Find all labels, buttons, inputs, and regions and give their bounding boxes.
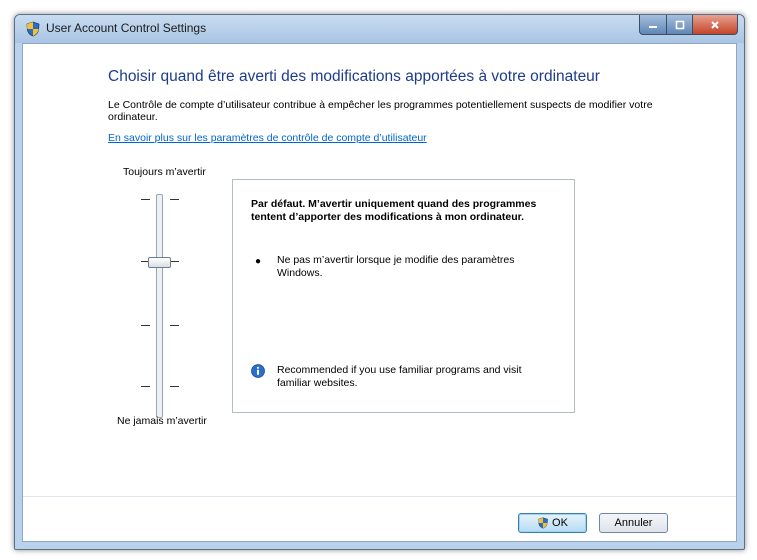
ok-button[interactable]: OK <box>518 513 587 533</box>
maximize-button[interactable] <box>667 15 693 35</box>
learn-more-link[interactable]: En savoir plus sur les paramètres de con… <box>108 132 427 144</box>
cancel-button[interactable]: Annuler <box>599 513 668 533</box>
slider-tick-left <box>141 386 150 387</box>
slider-track[interactable] <box>156 194 163 418</box>
caption-buttons <box>639 15 738 35</box>
minimize-icon <box>649 25 657 28</box>
bullet-icon: ● <box>255 256 262 267</box>
slider-thumb[interactable] <box>148 257 171 268</box>
close-button[interactable] <box>693 15 738 35</box>
slider-tick-right <box>170 325 179 326</box>
cancel-button-label: Annuler <box>614 517 653 529</box>
slider-tick-left <box>141 199 150 200</box>
page-title: Choisir quand être averti des modificati… <box>108 68 600 85</box>
uac-shield-icon <box>26 21 40 37</box>
level-bullet-text: Ne pas m’avertir lorsque je modifie des … <box>277 254 515 279</box>
slider-bottom-label: Ne jamais m’avertir <box>117 415 207 427</box>
level-description-panel: Par défaut. M’avertir uniquement quand d… <box>232 179 575 413</box>
close-icon <box>711 20 719 29</box>
uac-shield-icon <box>538 517 548 529</box>
uac-settings-window: User Account Control Settings Choisir qu… <box>14 14 745 550</box>
minimize-button[interactable] <box>639 15 667 35</box>
maximize-icon <box>675 20 684 29</box>
slider-tick-right <box>170 386 179 387</box>
footer-separator <box>23 496 736 497</box>
recommendation-text: Recommended if you use familiar programs… <box>277 364 522 389</box>
slider-top-label: Toujours m’avertir <box>123 166 206 178</box>
ok-button-label: OK <box>552 517 568 529</box>
info-icon <box>251 364 265 378</box>
slider-tick-right <box>170 199 179 200</box>
title-bar[interactable]: User Account Control Settings <box>15 15 744 43</box>
slider-tick-left <box>141 325 150 326</box>
level-title: Par défaut. M’avertir uniquement quand d… <box>251 198 537 223</box>
dialog-client-area: Choisir quand être averti des modificati… <box>22 43 737 542</box>
window-title: User Account Control Settings <box>46 21 207 35</box>
description-text: Le Contrôle de compte d’utilisateur cont… <box>108 99 653 123</box>
slider-tick-right <box>170 261 179 262</box>
